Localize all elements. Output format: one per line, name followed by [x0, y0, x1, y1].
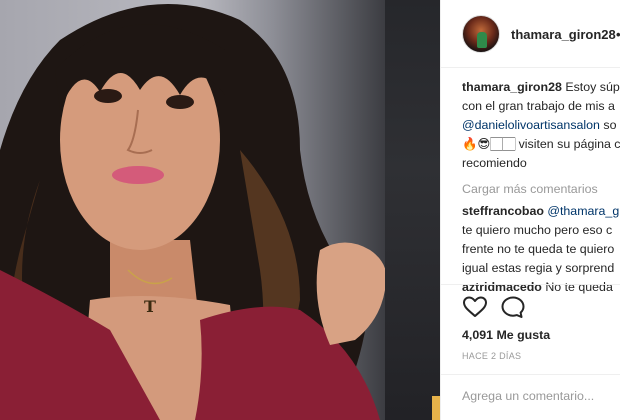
add-comment-input[interactable]: Agrega un comentario... — [462, 389, 594, 403]
mention-link[interactable]: @thamara_g — [547, 204, 619, 218]
comment-text: 🔥😎🏻🏻 visiten su página ch — [462, 137, 620, 151]
comment-username[interactable]: aztridmacedo — [462, 280, 542, 294]
necklace-letter: T — [144, 297, 156, 316]
divider — [441, 284, 620, 285]
caption-comment: thamara_giron28 Estoy súp con el gran tr… — [462, 78, 620, 173]
comment-text: te quiero mucho pero eso c — [462, 223, 613, 237]
background-wall — [385, 0, 440, 420]
list-item: steffrancobao @thamara_g te quiero mucho… — [462, 202, 620, 278]
comment-bubble-icon[interactable] — [500, 295, 526, 319]
comment-text: con el gran trabajo de mis a — [462, 99, 615, 113]
post-side-panel: thamara_giron28 • thamara_giron28 Estoy … — [440, 0, 620, 420]
post-header: thamara_giron28 • — [441, 0, 620, 68]
comment-text: igual estas regia y sorprend — [462, 261, 615, 275]
mention-link[interactable]: @danielolivoartisansalon — [462, 118, 600, 132]
comment-username[interactable]: thamara_giron28 — [462, 80, 562, 94]
background-accent — [432, 396, 440, 420]
comments-list: thamara_giron28 Estoy súp con el gran tr… — [462, 78, 620, 297]
comment-text: so — [599, 118, 617, 132]
heart-icon[interactable] — [462, 295, 488, 319]
comment-username[interactable]: steffrancobao — [462, 204, 544, 218]
separator-dot: • — [616, 27, 620, 42]
load-more-comments-button[interactable]: Cargar más comentarios — [462, 180, 620, 199]
avatar[interactable] — [462, 15, 500, 53]
comment-text: frente no te queda te quiero — [462, 242, 615, 256]
comment-text: recomiendo — [462, 156, 527, 170]
comment-text: No te queda — [545, 280, 613, 294]
comment-text: Estoy súp — [565, 80, 620, 94]
post-photo[interactable]: T — [0, 0, 440, 420]
portrait-illustration: T — [0, 4, 387, 420]
post-timestamp[interactable]: HACE 2 DÍAS — [462, 351, 521, 361]
divider — [441, 374, 620, 375]
post-author-username[interactable]: thamara_giron28 — [511, 27, 616, 42]
likes-count[interactable]: 4,091 Me gusta — [462, 328, 550, 342]
